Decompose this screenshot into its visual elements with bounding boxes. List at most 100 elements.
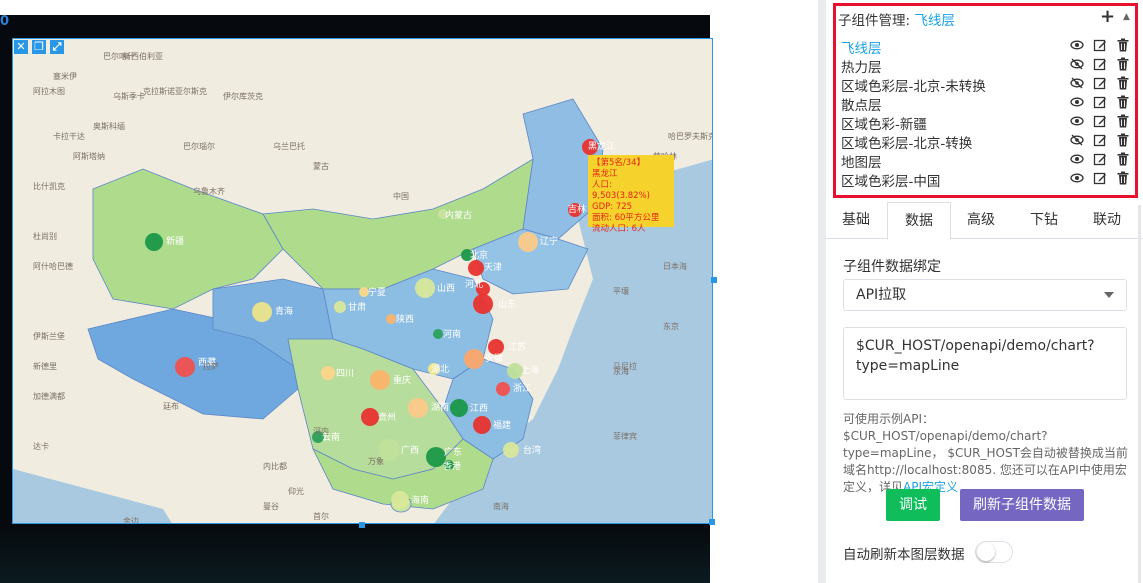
trash-icon[interactable] [1116, 38, 1130, 52]
tab-linkage[interactable]: 联动 [1076, 202, 1138, 238]
edit-icon[interactable] [1093, 152, 1107, 166]
tab-drilldown[interactable]: 下钻 [1013, 202, 1075, 238]
close-icon[interactable]: ✕ [14, 40, 28, 54]
region-dot[interactable] [361, 408, 379, 426]
basemap-label: 东京 [663, 321, 679, 331]
tooltip-line: 面积: 60平方公里 [592, 213, 660, 223]
region-dot[interactable] [450, 399, 468, 417]
region-label: 海南 [411, 494, 429, 506]
region-dot[interactable] [252, 302, 272, 322]
region-dot[interactable] [175, 357, 195, 377]
trash-icon[interactable] [1116, 114, 1130, 128]
resize-handle-corner[interactable] [709, 519, 715, 525]
basemap-label: 拉萨 [203, 361, 219, 371]
region-dot[interactable] [370, 370, 390, 390]
region-dot[interactable] [488, 339, 504, 355]
edit-icon[interactable] [1093, 95, 1107, 109]
china-map[interactable]: 新疆西藏青海 甘肃内蒙古黑龙江吉林辽宁北京天津河北山西宁夏陕西山东河南江苏安徽上海… [13, 39, 713, 524]
edit-icon[interactable] [1093, 38, 1107, 52]
eye-icon[interactable] [1070, 95, 1084, 109]
edit-icon[interactable] [1093, 76, 1107, 90]
eye-off-icon[interactable] [1070, 57, 1084, 71]
tab-advanced[interactable]: 高级 [950, 202, 1012, 238]
edit-icon[interactable] [1093, 171, 1107, 185]
region-label: 青海 [275, 305, 293, 317]
region-dot[interactable] [386, 314, 396, 324]
api-url-input[interactable]: $CUR_HOST/openapi/demo/chart?type=mapLin… [843, 327, 1127, 400]
eye-icon[interactable] [1070, 114, 1084, 128]
basemap-label: 达卡 [33, 441, 49, 451]
trash-icon[interactable] [1116, 152, 1130, 166]
edit-icon[interactable] [1093, 57, 1107, 71]
layer-manager-title: 子组件管理: 飞线层 [838, 9, 955, 29]
layer-item[interactable]: 飞线层 [841, 37, 1131, 57]
copy-icon[interactable]: ❐ [32, 40, 46, 54]
refresh-layer-data-button[interactable]: 刷新子组件数据 [960, 489, 1084, 521]
layer-item[interactable]: 区域色彩层-中国 [841, 170, 1131, 190]
eye-off-icon[interactable] [1070, 133, 1084, 147]
map-widget[interactable]: 新疆 西藏 青海 甘肃 内蒙古 黑龙江 吉林 辽宁 北京 天津 河北 山西 宁夏 陕西 山东 河南 江苏 安徽 上海… [12, 38, 713, 524]
panel-scrollbar[interactable] [1138, 205, 1141, 583]
layer-item[interactable]: 区域色彩层-北京-未转换 [841, 75, 1131, 95]
eye-icon[interactable] [1070, 38, 1084, 52]
region-label: 江苏 [508, 341, 526, 353]
region-dot[interactable] [433, 329, 443, 339]
basemap-label: 内比都 [263, 461, 287, 471]
region-dot[interactable] [408, 398, 428, 418]
region-dot[interactable] [391, 491, 409, 509]
layer-item[interactable]: 区域色彩-新疆 [841, 113, 1131, 133]
trash-icon[interactable] [1116, 133, 1130, 147]
region-label: 安徽 [485, 352, 503, 364]
region-dot[interactable] [145, 233, 163, 251]
region-dot[interactable] [334, 301, 346, 313]
tab-data[interactable]: 数据 [887, 202, 951, 240]
caret-up-icon[interactable]: ▲ [1123, 12, 1130, 22]
fullscreen-icon[interactable]: ⤢ [50, 40, 64, 54]
basemap-label: 阿什哈巴德 [33, 261, 73, 271]
region-dot[interactable] [321, 366, 335, 380]
data-source-select[interactable]: API拉取 [843, 279, 1127, 311]
data-binding-title: 子组件数据绑定 [843, 259, 941, 275]
basemap-label: 塞米伊 [53, 71, 77, 81]
basemap-label: 东海 [613, 366, 629, 376]
edit-icon[interactable] [1093, 133, 1107, 147]
resize-handle-bottom[interactable] [359, 522, 365, 528]
region-dot[interactable] [473, 416, 491, 434]
trash-icon[interactable] [1116, 57, 1130, 71]
region-label: 山西 [437, 283, 455, 294]
eye-icon[interactable] [1070, 171, 1084, 185]
basemap-label: 南海 [493, 501, 509, 511]
region-label: 北京 [470, 249, 488, 261]
trash-icon[interactable] [1116, 171, 1130, 185]
debug-button[interactable]: 调试 [886, 489, 940, 521]
api-help-body: 可使用示例API：$CUR_HOST/openapi/demo/chart?ty… [843, 412, 1128, 494]
layer-item[interactable]: 热力层 [841, 56, 1131, 76]
resize-handle-right[interactable] [711, 277, 717, 283]
region-dot[interactable] [464, 349, 484, 369]
trash-icon[interactable] [1116, 76, 1130, 90]
region-label: 陕西 [396, 313, 414, 325]
region-label: 河南 [443, 328, 461, 340]
layer-item[interactable]: 散点层 [841, 94, 1131, 114]
region-dot[interactable] [496, 382, 510, 396]
layer-item[interactable]: 地图层 [841, 151, 1131, 171]
tab-basic[interactable]: 基础 [826, 202, 886, 238]
region-label: 天津 [484, 262, 502, 273]
api-help-text: 可使用示例API：$CUR_HOST/openapi/demo/chart?ty… [843, 411, 1131, 496]
edit-icon[interactable] [1093, 114, 1107, 128]
eye-icon[interactable] [1070, 152, 1084, 166]
eye-off-icon[interactable] [1070, 76, 1084, 90]
auto-refresh-toggle[interactable] [975, 541, 1013, 563]
layer-item[interactable]: 区域色彩层-北京-转换 [841, 132, 1131, 152]
region-dot[interactable] [415, 278, 435, 298]
region-dot[interactable] [473, 294, 493, 314]
region-dot[interactable] [518, 232, 538, 252]
region-dot[interactable] [468, 260, 484, 276]
trash-icon[interactable] [1116, 95, 1130, 109]
plus-icon[interactable]: + [1100, 6, 1115, 27]
region-label: 黑龙江 [588, 140, 615, 152]
chevron-down-icon [1104, 292, 1114, 298]
region-dot[interactable] [503, 442, 519, 458]
layer-item-label: 区域色彩层-中国 [841, 174, 941, 190]
panel-splitter[interactable] [818, 0, 826, 583]
